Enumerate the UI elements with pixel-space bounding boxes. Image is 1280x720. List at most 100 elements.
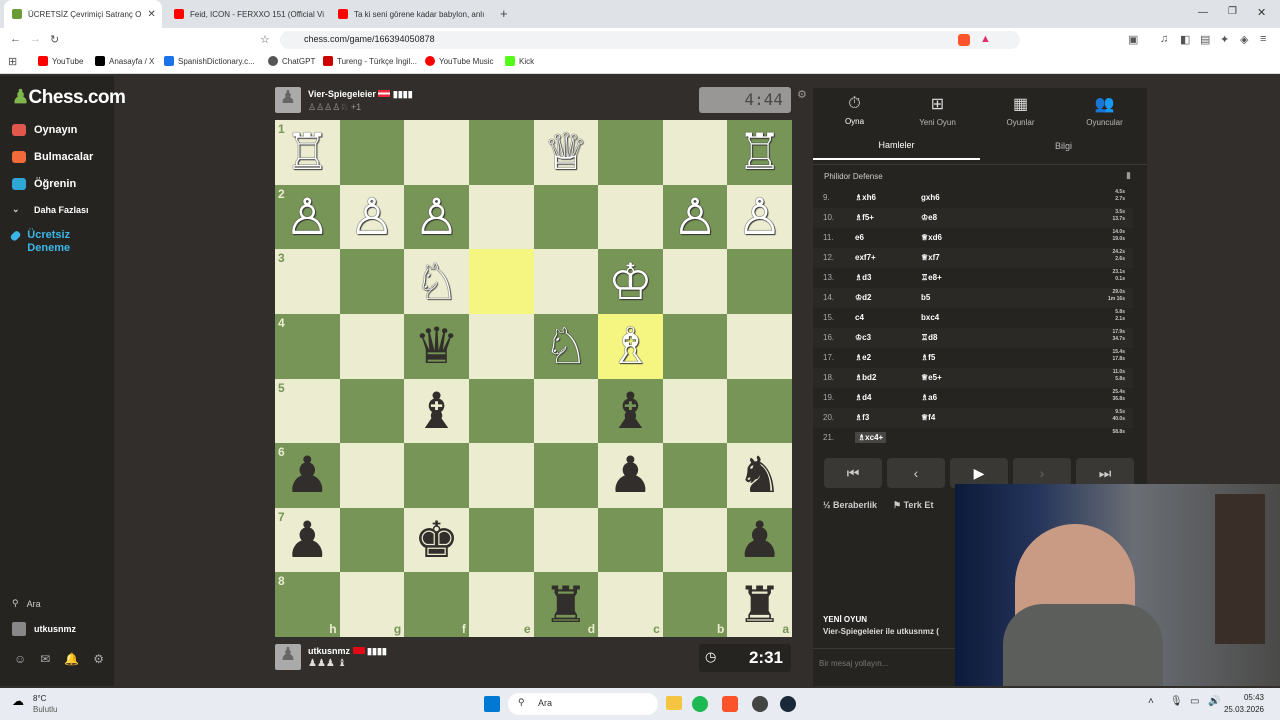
- board-square[interactable]: [533, 249, 599, 314]
- board-square[interactable]: [598, 120, 663, 185]
- white-move[interactable]: c4: [855, 313, 864, 322]
- white-move[interactable]: ♗xh6: [855, 193, 876, 202]
- white-piece[interactable]: ♘: [543, 321, 588, 371]
- draw-button[interactable]: ½ Beraberlik: [823, 500, 877, 510]
- vpn-icon[interactable]: ◈: [1240, 33, 1248, 46]
- board-square[interactable]: [404, 443, 469, 508]
- black-piece[interactable]: ♟: [285, 450, 330, 500]
- chat-input[interactable]: Bir mesaj yollayın...: [813, 648, 955, 676]
- sidebar-item-free-trial[interactable]: Ücretsiz Deneme: [9, 229, 92, 255]
- board-square[interactable]: [468, 120, 534, 185]
- board-square[interactable]: ♚: [404, 507, 469, 573]
- board-square[interactable]: ♙: [339, 184, 405, 250]
- white-move[interactable]: ♗xc4+: [855, 432, 887, 443]
- panel-icon[interactable]: ◧: [1180, 33, 1190, 46]
- black-piece[interactable]: ♝: [414, 386, 459, 436]
- leo-ai-icon[interactable]: ✦: [1220, 33, 1229, 46]
- sidebar-toggle-icon[interactable]: ▣: [1128, 33, 1138, 46]
- white-piece[interactable]: ♖: [737, 127, 782, 177]
- sidebar-item-puzzles[interactable]: Bulmacalar: [12, 151, 93, 163]
- board-square[interactable]: [662, 507, 728, 573]
- board-square[interactable]: [727, 378, 792, 444]
- black-move[interactable]: gxh6: [921, 193, 940, 202]
- weather-icon[interactable]: ☁: [12, 694, 24, 708]
- board-square[interactable]: f: [404, 572, 469, 637]
- white-move[interactable]: ♗e2: [855, 353, 871, 362]
- mic-icon[interactable]: 🎙: [1170, 696, 1183, 707]
- black-piece[interactable]: ♞: [737, 450, 782, 500]
- bookmark-chatgpt[interactable]: ChatGPT: [268, 56, 315, 66]
- board-square[interactable]: [662, 120, 728, 185]
- sidebar-search[interactable]: ⚲ Ara: [12, 598, 41, 609]
- bookmark-x[interactable]: Anasayfa / X: [95, 56, 154, 66]
- black-piece[interactable]: ♟: [737, 515, 782, 565]
- board-square[interactable]: ♜ d: [533, 572, 599, 637]
- white-move[interactable]: ♗d3: [855, 273, 872, 282]
- volume-icon[interactable]: 🔊: [1208, 696, 1220, 707]
- black-move[interactable]: ♗a6: [921, 393, 937, 402]
- network-icon[interactable]: ▭: [1190, 696, 1199, 707]
- notifications-icon[interactable]: 🔔: [64, 652, 79, 666]
- browser-tab-youtube-1[interactable]: Feid, ICON - FERXXO 151 (Official Vi ✕: [166, 0, 324, 28]
- board-square[interactable]: [339, 313, 405, 379]
- white-piece[interactable]: ♔: [608, 257, 653, 307]
- window-close-icon[interactable]: ✕: [1257, 6, 1266, 19]
- board-square[interactable]: ♗: [598, 313, 663, 379]
- top-player-name[interactable]: Vier-Spiegeleier ▮▮▮▮: [308, 89, 413, 100]
- white-piece[interactable]: ♙: [414, 192, 459, 242]
- restore-icon[interactable]: ❐: [1228, 6, 1237, 17]
- white-piece[interactable]: ♙: [285, 192, 330, 242]
- bookmark-youtube-music[interactable]: YouTube Music: [425, 56, 494, 66]
- board-square[interactable]: [598, 184, 663, 250]
- previous-move-button[interactable]: ‹: [887, 458, 945, 488]
- bookmark-kick[interactable]: Kick: [505, 56, 534, 66]
- spotify-icon[interactable]: [692, 696, 708, 712]
- bookmark-youtube[interactable]: YouTube: [38, 56, 83, 66]
- board-square[interactable]: [468, 443, 534, 508]
- white-move[interactable]: exf7+: [855, 253, 876, 262]
- white-move[interactable]: e6: [855, 233, 864, 242]
- tab-moves[interactable]: Hamleler: [813, 132, 980, 160]
- board-square[interactable]: [533, 184, 599, 250]
- black-piece[interactable]: ♜: [737, 580, 782, 630]
- board-square[interactable]: ♞: [727, 443, 792, 508]
- obs-icon[interactable]: [752, 696, 768, 712]
- board-square[interactable]: ♙: [404, 184, 469, 250]
- board-square[interactable]: ♝: [598, 378, 663, 444]
- board-square[interactable]: [468, 507, 534, 573]
- black-piece[interactable]: ♟: [608, 450, 653, 500]
- menu-icon[interactable]: ≡: [1260, 33, 1266, 45]
- board-square[interactable]: [339, 443, 405, 508]
- windows-start-icon[interactable]: [484, 696, 500, 712]
- tab-players[interactable]: 👥 Oyuncular: [1063, 88, 1146, 132]
- black-move[interactable]: ♔e8: [921, 213, 937, 222]
- white-piece[interactable]: ♕: [543, 127, 588, 177]
- wallet-icon[interactable]: ▤: [1200, 33, 1210, 46]
- messages-icon[interactable]: ✉: [40, 652, 50, 666]
- opening-name[interactable]: Philidor Defense: [813, 164, 1147, 186]
- top-player-avatar[interactable]: ♟: [275, 87, 301, 113]
- bookmark-tureng[interactable]: Tureng - Türkçe İngil...: [323, 56, 417, 66]
- weather-temp[interactable]: 8°C: [33, 694, 46, 703]
- white-piece[interactable]: ♖: [285, 127, 330, 177]
- board-square[interactable]: ♘: [533, 313, 599, 379]
- board-square[interactable]: ♙ 2: [275, 184, 340, 250]
- board-square[interactable]: [339, 507, 405, 573]
- board-square[interactable]: ♕: [533, 120, 599, 185]
- clock-date[interactable]: 25.03.2026: [1222, 705, 1264, 714]
- board-square[interactable]: b: [662, 572, 728, 637]
- tab-new-game[interactable]: ⊞ Yeni Oyun: [896, 88, 979, 132]
- bookmark-icon[interactable]: ☆: [260, 33, 270, 46]
- board-square[interactable]: ♙: [662, 184, 728, 250]
- tab-games[interactable]: ▦ Oyunlar: [979, 88, 1062, 132]
- board-square[interactable]: [662, 443, 728, 508]
- black-piece[interactable]: ♟: [285, 515, 330, 565]
- browser-tab-youtube-2[interactable]: Ta ki seni görene kadar babylon, anlı ✕: [330, 0, 488, 28]
- board-square[interactable]: [468, 378, 534, 444]
- black-move[interactable]: ♕xd6: [921, 233, 942, 242]
- board-square[interactable]: [468, 313, 534, 379]
- browser-tab-chess[interactable]: ÜCRETSİZ Çevrimiçi Satranç O ✕: [4, 0, 162, 28]
- board-square[interactable]: 4: [275, 313, 340, 379]
- copy-icon[interactable]: ▮: [1126, 170, 1131, 181]
- white-move[interactable]: ♗f3: [855, 413, 869, 422]
